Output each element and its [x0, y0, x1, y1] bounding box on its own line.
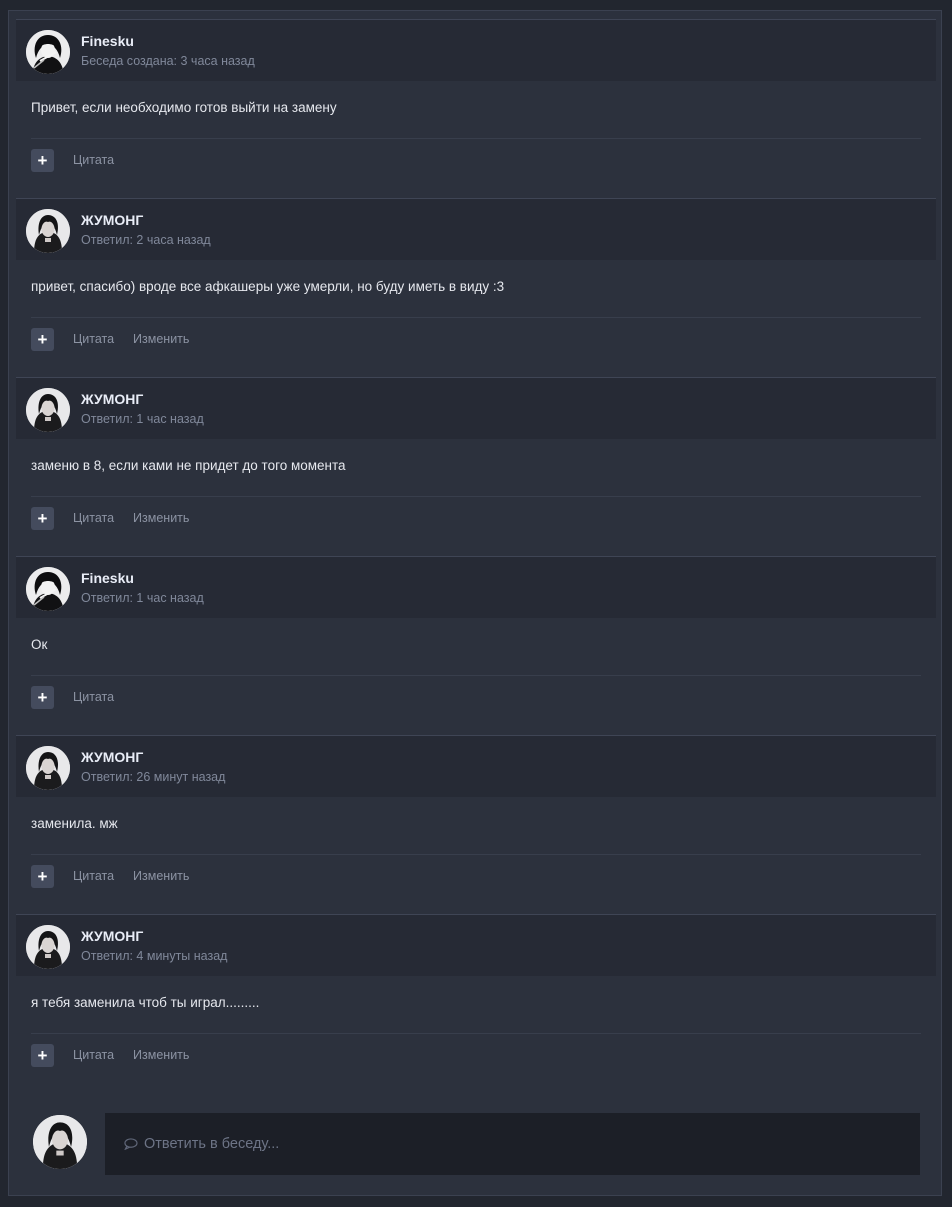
post-timestamp: Ответил: 1 час назад [81, 412, 204, 426]
post-header: Finesku Беседа создана: 3 часа назад [16, 20, 936, 81]
plus-button[interactable]: + [31, 864, 54, 888]
quote-button[interactable]: Цитата [73, 690, 114, 704]
plus-icon: + [37, 150, 48, 170]
divider [31, 496, 921, 497]
author-avatar[interactable] [26, 388, 70, 432]
post: ЖУМОНГ Ответил: 2 часа назад привет, спаси… [16, 198, 936, 377]
post-header: ЖУМОНГ Ответил: 4 минуты назад [16, 915, 936, 976]
post-timestamp: Ответил: 2 часа назад [81, 233, 211, 247]
post-content: я тебя заменила чтоб ты играл......... [31, 995, 260, 1010]
author-name[interactable]: Finesku [81, 570, 134, 586]
author-name[interactable]: ЖУМОНГ [81, 212, 143, 228]
author-name[interactable]: ЖУМОНГ [81, 391, 143, 407]
post-header: Finesku Ответил: 1 час назад [16, 557, 936, 618]
author-avatar[interactable] [26, 30, 70, 74]
post-content: Ок [31, 637, 48, 652]
reply-input[interactable]: Ответить в беседу... [105, 1113, 920, 1175]
divider [31, 138, 921, 139]
post-content: заменю в 8, если ками не придет до того … [31, 458, 346, 473]
post-actions: + Цитата Изменить [31, 506, 189, 530]
divider [31, 1033, 921, 1034]
post-actions: + Цитата [31, 148, 114, 172]
post-timestamp: Ответил: 26 минут назад [81, 770, 226, 784]
avatar-image-icon [26, 30, 70, 74]
author-avatar[interactable] [26, 209, 70, 253]
author-avatar[interactable] [26, 746, 70, 790]
edit-button[interactable]: Изменить [133, 332, 189, 346]
post-header: ЖУМОНГ Ответил: 2 часа назад [16, 199, 936, 260]
conversation-panel: Finesku Беседа создана: 3 часа назад Приве… [8, 10, 942, 1196]
plus-button[interactable]: + [31, 1043, 54, 1067]
author-name[interactable]: ЖУМОНГ [81, 928, 143, 944]
chat-bubble-icon [124, 1138, 138, 1150]
post-actions: + Цитата Изменить [31, 327, 189, 351]
post-content: Привет, если необходимо готов выйти на з… [31, 100, 337, 115]
avatar-image-icon [33, 1115, 87, 1169]
plus-icon: + [37, 329, 48, 349]
author-avatar[interactable] [26, 925, 70, 969]
edit-button[interactable]: Изменить [133, 1048, 189, 1062]
post: ЖУМОНГ Ответил: 1 час назад заменю в 8, ес… [16, 377, 936, 556]
avatar-image-icon [26, 746, 70, 790]
divider [31, 854, 921, 855]
edit-button[interactable]: Изменить [133, 869, 189, 883]
plus-icon: + [37, 687, 48, 707]
plus-icon: + [37, 1045, 48, 1065]
plus-button[interactable]: + [31, 148, 54, 172]
quote-button[interactable]: Цитата [73, 153, 114, 167]
current-user-avatar[interactable] [33, 1115, 87, 1169]
posts-list: Finesku Беседа создана: 3 часа назад Приве… [16, 19, 936, 1093]
post: Finesku Ответил: 1 час назад Ок + Цитата [16, 556, 936, 735]
avatar-image-icon [26, 567, 70, 611]
post-header: ЖУМОНГ Ответил: 1 час назад [16, 378, 936, 439]
quote-button[interactable]: Цитата [73, 511, 114, 525]
reply-placeholder: Ответить в беседу... [144, 1136, 280, 1152]
author-avatar[interactable] [26, 567, 70, 611]
avatar-image-icon [26, 388, 70, 432]
author-name[interactable]: ЖУМОНГ [81, 749, 143, 765]
quote-button[interactable]: Цитата [73, 332, 114, 346]
post-actions: + Цитата [31, 685, 114, 709]
plus-icon: + [37, 508, 48, 528]
post: Finesku Беседа создана: 3 часа назад Приве… [16, 19, 936, 198]
edit-button[interactable]: Изменить [133, 511, 189, 525]
quote-button[interactable]: Цитата [73, 869, 114, 883]
post-timestamp: Ответил: 4 минуты назад [81, 949, 228, 963]
plus-button[interactable]: + [31, 506, 54, 530]
quote-button[interactable]: Цитата [73, 1048, 114, 1062]
plus-button[interactable]: + [31, 685, 54, 709]
post-timestamp: Беседа создана: 3 часа назад [81, 54, 255, 68]
post-actions: + Цитата Изменить [31, 864, 189, 888]
post-actions: + Цитата Изменить [31, 1043, 189, 1067]
author-name[interactable]: Finesku [81, 33, 134, 49]
post-timestamp: Ответил: 1 час назад [81, 591, 204, 605]
plus-button[interactable]: + [31, 327, 54, 351]
divider [31, 317, 921, 318]
avatar-image-icon [26, 925, 70, 969]
reply-area: Ответить в беседу... [9, 1101, 943, 1191]
post: ЖУМОНГ Ответил: 4 минуты назад я тебя заме… [16, 914, 936, 1093]
avatar-image-icon [26, 209, 70, 253]
divider [31, 675, 921, 676]
post-content: привет, спасибо) вроде все афкашеры уже … [31, 279, 505, 294]
post-header: ЖУМОНГ Ответил: 26 минут назад [16, 736, 936, 797]
plus-icon: + [37, 866, 48, 886]
post: ЖУМОНГ Ответил: 26 минут назад заменила. м… [16, 735, 936, 914]
post-content: заменила. мж [31, 816, 118, 831]
